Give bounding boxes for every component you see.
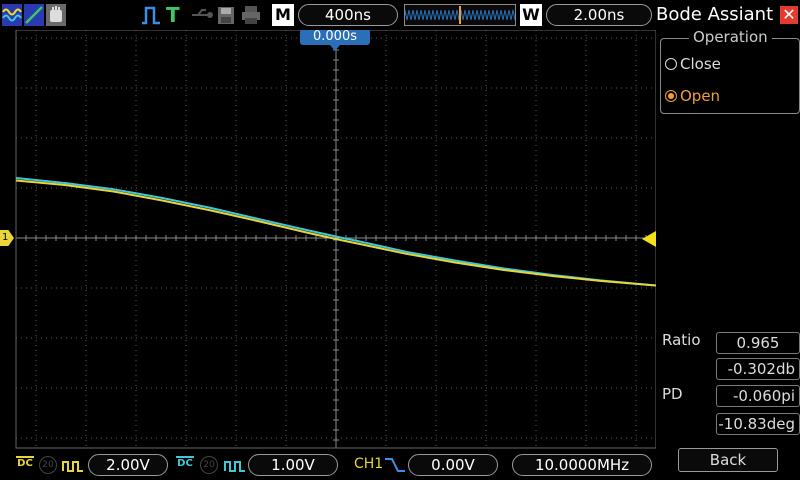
- top-status-bar: T M 400ns W 2.00ns: [0, 0, 656, 30]
- ch1-scale-value: 2.00V: [106, 456, 150, 474]
- ch2-scale-value: 1.00V: [271, 456, 315, 474]
- pd-label: PD: [662, 385, 683, 403]
- ratio-db-value: -0.302db: [716, 358, 800, 380]
- option-close-label: Close: [680, 55, 721, 73]
- back-button[interactable]: Back: [678, 448, 778, 472]
- wave-icon[interactable]: [2, 4, 22, 26]
- usb-icon: [190, 4, 214, 26]
- bode-assistant-panel: Bode Assiant ✕ Operation Close Open Rati…: [656, 0, 800, 480]
- ch2-coupling-label: DC: [177, 458, 193, 469]
- trigger-level-display[interactable]: 0.00V: [408, 454, 498, 476]
- panel-title: Bode Assiant: [656, 4, 774, 25]
- bottom-status-bar: DC 20 2.00V DC 20 1.00V CH1 0.00V 10.000…: [0, 450, 656, 480]
- hand-icon[interactable]: [46, 4, 66, 26]
- ch1-bw-label: 20: [42, 460, 54, 470]
- option-open-label: Open: [680, 87, 721, 105]
- operation-group: Operation Close Open: [660, 28, 800, 114]
- ch2-bw-label: 20: [203, 460, 215, 470]
- falling-edge-icon[interactable]: [384, 457, 406, 473]
- close-x-icon[interactable]: ✕: [780, 6, 798, 24]
- printer-icon[interactable]: [240, 4, 262, 26]
- timebase-mode-badge: M: [272, 4, 294, 26]
- ch1-coupling-dc-icon[interactable]: DC: [16, 456, 34, 469]
- trigger-level-value: 0.00V: [431, 456, 475, 474]
- radio-icon: [665, 58, 677, 70]
- trigger-position-value: 0.000s: [313, 29, 357, 44]
- panel-body: [656, 124, 800, 324]
- ratio-label: Ratio: [662, 331, 701, 349]
- ch1-marker-label: 1: [2, 232, 9, 243]
- ch1-coupling-label: DC: [17, 458, 33, 469]
- timebase-value: 400ns: [325, 6, 371, 24]
- window-value: 2.00ns: [573, 6, 625, 24]
- option-open[interactable]: Open: [665, 87, 720, 105]
- timebase-display[interactable]: 400ns: [298, 4, 398, 26]
- window-mode-label: W: [522, 5, 540, 24]
- ratio-value: 0.965: [716, 332, 800, 354]
- radio-selected-icon: [665, 90, 677, 102]
- window-mode-badge: W: [520, 4, 542, 26]
- window-display[interactable]: 2.00ns: [546, 4, 652, 26]
- save-disk-icon[interactable]: [216, 4, 236, 26]
- waveform-display: [15, 29, 657, 449]
- pd-deg-value: -10.83deg: [716, 413, 800, 435]
- trigger-state: T: [166, 4, 182, 26]
- pulse-icon: [140, 4, 162, 26]
- frequency-display: 10.0000MHz: [512, 454, 652, 476]
- scope-screen: 0.000s 1: [0, 0, 657, 480]
- ch2-scale-display[interactable]: 1.00V: [248, 454, 338, 476]
- pd-pi-value: -0.060pi: [716, 385, 800, 407]
- trigger-position-marker[interactable]: 0.000s: [300, 29, 370, 45]
- trigger-state-label: T: [166, 3, 180, 27]
- ch1-bandwidth-limit-icon[interactable]: 20: [39, 456, 57, 474]
- memory-depth-indicator: [404, 4, 516, 26]
- operation-label: Operation: [689, 28, 772, 46]
- slope-icon[interactable]: [24, 4, 44, 26]
- ch2-bandwidth-limit-icon[interactable]: 20: [200, 456, 218, 474]
- ch1-scale-display[interactable]: 2.00V: [88, 454, 168, 476]
- frequency-value: 10.0000MHz: [534, 456, 630, 474]
- timebase-mode-label: M: [275, 5, 291, 24]
- ch2-coupling-dc-icon[interactable]: DC: [176, 456, 194, 469]
- trigger-level-arrow[interactable]: [642, 231, 656, 247]
- trigger-position-arrow: [330, 45, 340, 51]
- ch2-wave-icon: [224, 458, 246, 472]
- trigger-source[interactable]: CH1: [354, 456, 383, 472]
- ch1-wave-icon: [62, 458, 84, 472]
- option-close[interactable]: Close: [665, 55, 721, 73]
